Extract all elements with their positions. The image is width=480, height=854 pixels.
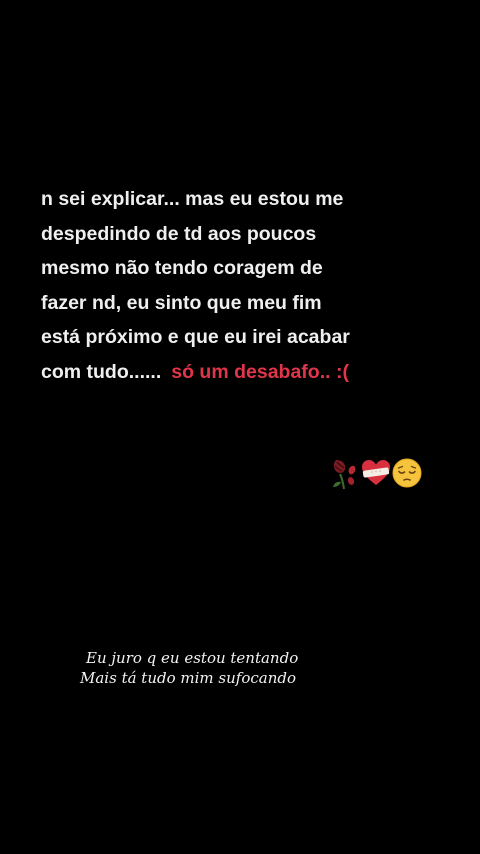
venting-highlight: só um desabafo.. :( bbox=[171, 360, 349, 383]
song-caption: Eu juro q eu estou tentando Mais tá tudo… bbox=[0, 648, 480, 688]
post-line-6-text: com tudo...... bbox=[41, 360, 162, 383]
emoji-row bbox=[330, 456, 422, 490]
bandaged-heart-icon bbox=[362, 460, 390, 485]
post-line-5: está próximo e que eu irei acabar bbox=[41, 326, 350, 348]
post-text: n sei explicar... mas eu estou me desped… bbox=[41, 182, 461, 389]
post-line-2: despedindo de td aos poucos bbox=[41, 222, 317, 245]
wilted-rose-icon bbox=[333, 460, 356, 490]
post-line-3: mesmo não tendo coragem de bbox=[41, 257, 323, 279]
pensive-face-icon bbox=[392, 458, 422, 488]
post-line-4: fazer nd, eu sinto que meu fim bbox=[41, 291, 322, 314]
caption-line-2: Mais tá tudo mim sufocando bbox=[80, 669, 296, 687]
post-line-6: com tudo...... só um desabafo.. :( bbox=[41, 355, 461, 390]
caption-line-1: Eu juro q eu estou tentando bbox=[86, 649, 299, 667]
post-line-1: n sei explicar... mas eu estou me bbox=[41, 188, 344, 210]
story-screen: n sei explicar... mas eu estou me desped… bbox=[0, 0, 480, 854]
